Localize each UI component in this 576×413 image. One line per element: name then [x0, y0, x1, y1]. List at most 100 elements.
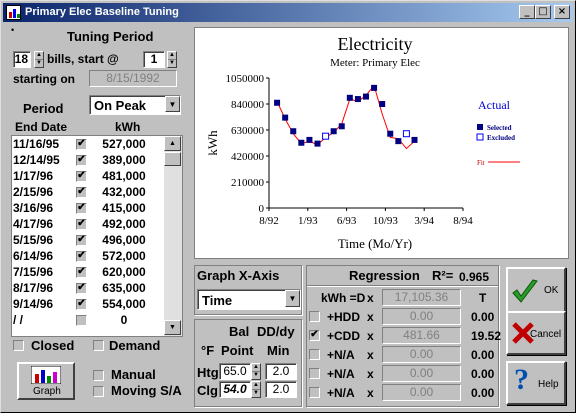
ok-button[interactable]: OK	[506, 267, 566, 317]
legend-fit-label: Fit	[477, 159, 485, 167]
bills-count-input[interactable]: 18	[13, 51, 31, 68]
bill-include-checkbox[interactable]: ✔	[76, 251, 87, 262]
selected-point	[387, 130, 394, 137]
graph-button[interactable]: Graph	[17, 362, 75, 400]
bill-kwh-value[interactable]: 415,000	[94, 201, 154, 216]
bill-kwh-value[interactable]: 635,000	[94, 281, 154, 296]
bill-kwh-value[interactable]: 0	[94, 313, 154, 328]
htg-min-input[interactable]: 2.0	[265, 363, 297, 380]
scroll-up-button[interactable]: ▲	[164, 136, 181, 151]
bill-row[interactable]: 12/14/95 ✔ 389,000	[12, 153, 157, 168]
start-index-input[interactable]: 1	[143, 51, 165, 68]
bill-include-checkbox[interactable]: ✔	[76, 219, 87, 230]
bill-kwh-value[interactable]: 389,000	[94, 153, 154, 168]
ddday-header: DD/dy	[257, 324, 295, 339]
demand-checkbox[interactable]	[93, 340, 104, 351]
chevron-down-icon[interactable]: ▼	[285, 290, 300, 307]
bill-row[interactable]: 3/16/96 ✔ 415,000	[12, 201, 157, 216]
legend-excluded-label: Excluded	[487, 134, 515, 142]
closed-checkbox[interactable]	[13, 340, 24, 351]
regression-term-checkbox[interactable]	[309, 311, 320, 322]
maximize-button[interactable]: □	[535, 5, 551, 19]
bill-end-date: 11/16/95	[13, 137, 60, 151]
bill-kwh-value[interactable]: 527,000	[94, 137, 154, 152]
regression-term-checkbox[interactable]	[309, 387, 320, 398]
bill-row[interactable]: 5/15/96 ✔ 496,000	[12, 233, 157, 248]
regression-term-checkbox[interactable]: ✔	[309, 330, 320, 341]
start-index-spinner[interactable]: ▲ ▼	[167, 51, 177, 68]
bill-row[interactable]: 11/16/95 ✔ 527,000	[12, 137, 157, 152]
title-bar[interactable]: Primary Elec Baseline Tuning _ □ ×	[3, 3, 573, 22]
bill-include-checkbox[interactable]: ✔	[76, 267, 87, 278]
selected-point	[282, 114, 289, 121]
bill-row[interactable]: 7/15/96 ✔ 620,000	[12, 265, 157, 280]
selected-point	[306, 136, 313, 143]
bill-kwh-value[interactable]: 492,000	[94, 217, 154, 232]
clg-point-input[interactable]: 54.0	[219, 381, 251, 398]
x-axis-select[interactable]: Time ▼	[197, 289, 301, 310]
help-button[interactable]: ? Help	[506, 361, 566, 405]
bill-kwh-value[interactable]: 496,000	[94, 233, 154, 248]
bill-row[interactable]: 1/17/96 ✔ 481,000	[12, 169, 157, 184]
htg-point-spinner[interactable]: ▲ ▼	[251, 363, 261, 380]
bill-kwh-value[interactable]: 554,000	[94, 297, 154, 312]
regression-row: ✔ +CDD x 481.66 19.52	[303, 327, 508, 347]
bill-kwh-value[interactable]: 620,000	[94, 265, 154, 280]
chevron-down-icon[interactable]: ▼	[165, 96, 180, 112]
bill-row[interactable]: 2/15/96 ✔ 432,000	[12, 185, 157, 200]
bill-list-scrollbar[interactable]: ▲ ▼	[164, 136, 182, 336]
chart-x-axis-label: Time (Mo/Yr)	[338, 236, 412, 251]
htg-point-input[interactable]: 65.0	[219, 363, 251, 380]
period-value: On Peak	[94, 98, 147, 113]
chart-y-axis-label: kWh	[205, 130, 220, 156]
bill-include-checkbox[interactable]: ✔	[76, 187, 87, 198]
close-button[interactable]: ×	[554, 5, 570, 19]
bills-count-spinner[interactable]: ▲ ▼	[34, 51, 44, 68]
excluded-point	[402, 130, 410, 138]
legend-excluded-marker	[476, 133, 484, 141]
r2-value: 0.965	[459, 270, 490, 284]
start-date-field: 8/15/1992	[89, 70, 177, 87]
scroll-down-button[interactable]: ▼	[164, 320, 181, 335]
bill-kwh-value[interactable]: 432,000	[94, 185, 154, 200]
chart-svg: Electricity Meter: Primary Elec Time (Mo/Y…	[205, 34, 520, 251]
regression-coefficient: 0.00	[382, 346, 461, 363]
cancel-button[interactable]: Cancel	[506, 311, 566, 355]
manual-checkbox[interactable]	[93, 370, 104, 381]
x-axis-value: Time	[202, 293, 233, 308]
regression-row: kWh =D x 17,105.36 T	[303, 289, 508, 309]
bill-kwh-value[interactable]: 481,000	[94, 169, 154, 184]
regression-term-checkbox[interactable]	[309, 368, 320, 379]
bill-include-checkbox[interactable]: ✔	[76, 299, 87, 310]
bill-end-date: 1/17/96	[13, 169, 54, 183]
bill-row[interactable]: 8/17/96 ✔ 635,000	[12, 281, 157, 296]
minimize-button[interactable]: _	[519, 5, 535, 19]
bill-row[interactable]: 4/17/96 ✔ 492,000	[12, 217, 157, 232]
period-select[interactable]: On Peak ▼	[89, 95, 181, 115]
bill-include-checkbox[interactable]: ✔	[76, 283, 87, 294]
regression-coefficient: 481.66	[382, 327, 461, 344]
bill-row[interactable]: / / 0	[12, 313, 157, 328]
bill-end-date: 8/17/96	[13, 281, 54, 295]
bill-end-date: 5/15/96	[13, 233, 54, 247]
bill-include-checkbox[interactable]: ✔	[76, 139, 87, 150]
scroll-thumb[interactable]	[164, 152, 181, 166]
bill-row[interactable]: 9/14/96 ✔ 554,000	[12, 297, 157, 312]
tuning-period-heading: Tuning Period	[67, 29, 154, 44]
bill-include-checkbox[interactable]: ✔	[76, 203, 87, 214]
selected-point	[314, 140, 321, 147]
bill-include-checkbox[interactable]: ✔	[76, 235, 87, 246]
bill-end-date: 7/15/96	[13, 265, 54, 279]
bill-include-checkbox[interactable]: ✔	[76, 155, 87, 166]
balance-point-panel: Bal DD/dy °F Point Min Htg 65.0 ▲ ▼ 2.0 C…	[194, 319, 302, 407]
clg-point-spinner[interactable]: ▲ ▼	[251, 381, 261, 398]
bill-include-checkbox[interactable]	[76, 315, 87, 326]
bill-include-checkbox[interactable]: ✔	[76, 171, 87, 182]
bill-end-date: 12/14/95	[13, 153, 60, 167]
bill-row[interactable]: 6/14/96 ✔ 572,000	[12, 249, 157, 264]
regression-term-checkbox[interactable]	[309, 349, 320, 360]
moving-sa-checkbox[interactable]	[93, 386, 104, 397]
chart-subtitle: Meter: Primary Elec	[330, 57, 420, 69]
bill-kwh-value[interactable]: 572,000	[94, 249, 154, 264]
clg-min-input[interactable]: 2.0	[265, 381, 297, 398]
